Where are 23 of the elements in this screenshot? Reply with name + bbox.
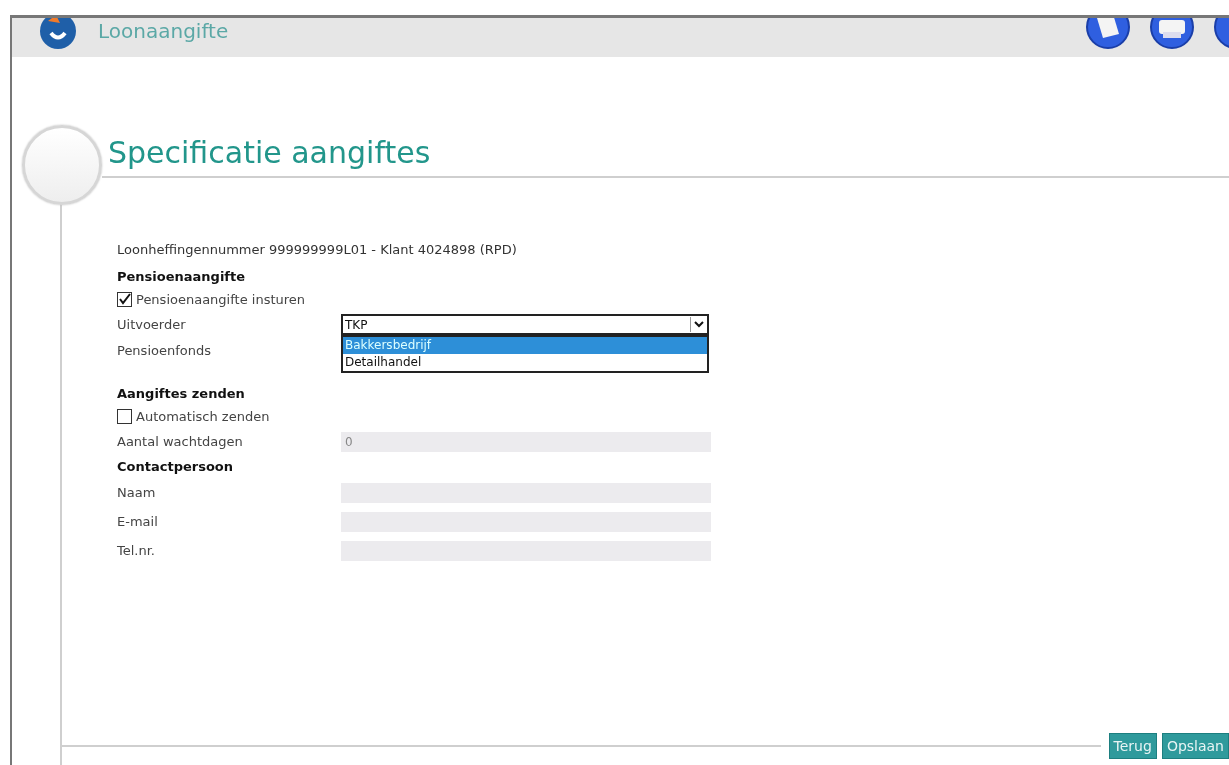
logo-icon xyxy=(38,18,78,51)
checkbox-label: Pensioenaangifte insturen xyxy=(136,291,306,307)
field-label: Pensioenfonds xyxy=(117,343,212,358)
field-label: Tel.nr. xyxy=(117,543,156,558)
action-button[interactable]: Terug xyxy=(1108,733,1157,759)
checkbox-label: Automatisch zenden xyxy=(136,408,270,424)
field-label: Uitvoerder xyxy=(117,317,187,332)
action-button[interactable]: Opslaan xyxy=(1161,733,1229,759)
field-label: E-mail xyxy=(117,514,159,529)
checkbox[interactable] xyxy=(117,408,132,424)
info-text: Loonheffingennummer 999999999L01 - Klant 4024898 (RPD) xyxy=(117,242,518,259)
app-title: Loonaangifte xyxy=(98,18,229,43)
dropdown-option[interactable]: Bakkersbedrijf xyxy=(343,337,707,354)
field-label: Aantal wachtdagen xyxy=(117,434,244,449)
field-label: Naam xyxy=(117,485,157,500)
chevron-down-icon xyxy=(694,321,704,328)
section-heading: Contactpersoon xyxy=(117,458,235,476)
section-heading: Pensioenaangifte xyxy=(117,268,247,286)
checkbox[interactable] xyxy=(117,291,132,307)
section-heading: Aangiftes zenden xyxy=(117,385,246,403)
page-title: Specificatie aangiftes xyxy=(102,128,1229,178)
dropdown-option[interactable]: Detailhandel xyxy=(343,354,707,371)
select-field[interactable]: TKP xyxy=(341,314,709,335)
